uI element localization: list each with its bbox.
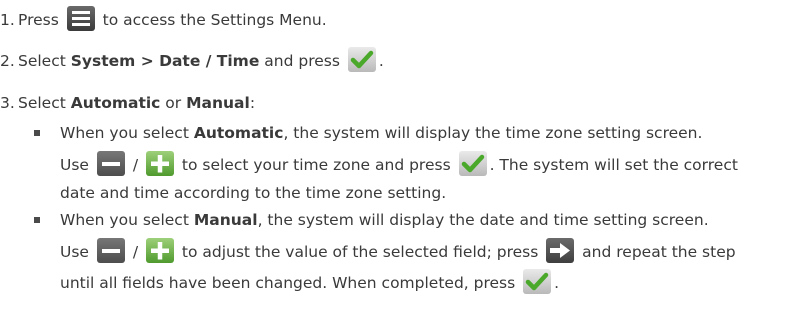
step-number: 1. — [0, 11, 15, 29]
step-text-post: : — [249, 94, 256, 112]
step-text: Select System > Date / Time and press . — [18, 46, 384, 76]
checkmark-icon — [523, 269, 552, 294]
step-text-post: to access the Settings Menu. — [97, 11, 327, 29]
step-number: 3. — [0, 94, 15, 112]
bullet-marker — [34, 217, 40, 223]
bullet-text-mid: to adjust the value of the selected fiel… — [176, 243, 544, 261]
separator: / — [127, 156, 143, 174]
bullet-text-pre: Use — [60, 243, 94, 261]
bullet-text-post: , the system will display the time zone … — [283, 124, 703, 142]
step-text: Press to access the Settings Menu. — [18, 5, 327, 35]
step-text: Select Automatic or Manual: — [18, 88, 255, 118]
step-text-mid: and press — [259, 52, 345, 70]
minus-icon — [96, 238, 125, 263]
bullet-text: Use / to select your time zone and press… — [60, 150, 738, 180]
checkmark-icon — [347, 47, 376, 72]
bullet-text-pre: When you select — [60, 211, 194, 229]
bullet-text: date and time according to the time zone… — [60, 184, 447, 202]
menu-icon — [66, 6, 95, 31]
bullet-text-post: and repeat the step — [577, 243, 736, 261]
menu-path: System > Date / Time — [70, 52, 260, 70]
step-text-post: . — [378, 52, 384, 70]
option-manual: Manual — [186, 94, 250, 112]
bullet-text: When you select Automatic, the system wi… — [60, 118, 702, 148]
minus-icon — [96, 151, 125, 176]
step-text-mid: or — [160, 94, 187, 112]
right-arrow-icon — [546, 238, 575, 263]
bullet-text-post: . — [554, 274, 560, 292]
step-text-pre: Select — [18, 94, 71, 112]
separator: / — [127, 243, 143, 261]
bullet-text: Use / to adjust the value of the selecte… — [60, 237, 736, 267]
plus-icon — [145, 238, 174, 263]
bullet-text-pre: When you select — [60, 124, 194, 142]
option-automatic: Automatic — [70, 94, 161, 112]
bullet-keyword: Automatic — [193, 124, 284, 142]
bullet-text-post: , the system will display the date and t… — [257, 211, 709, 229]
bullet-text-pre: until all fields have been changed. When… — [60, 274, 521, 292]
checkmark-icon — [458, 151, 487, 176]
plus-icon — [145, 151, 174, 176]
bullet-keyword: Manual — [193, 211, 258, 229]
step-text-pre: Press — [18, 11, 64, 29]
step-text-pre: Select — [18, 52, 71, 70]
bullet-text-mid: to select your time zone and press — [176, 156, 456, 174]
step-number: 2. — [0, 52, 15, 70]
bullet-text: until all fields have been changed. When… — [60, 268, 559, 298]
bullet-marker — [34, 130, 40, 136]
bullet-text-post: . The system will set the correct — [489, 156, 738, 174]
bullet-text-pre: Use — [60, 156, 94, 174]
bullet-text: When you select Manual, the system will … — [60, 205, 709, 235]
